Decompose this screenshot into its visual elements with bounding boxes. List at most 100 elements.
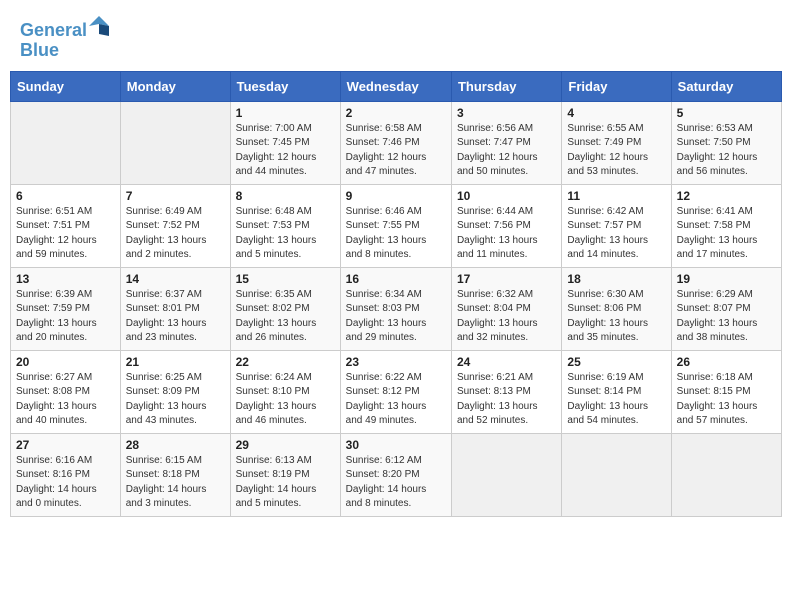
day-info: Sunrise: 6:22 AMSunset: 8:12 PMDaylight:… [346,371,446,429]
day-number: 1 [236,106,335,120]
day-number: 2 [346,106,446,120]
day-info: Sunrise: 6:16 AMSunset: 8:16 PMDaylight:… [16,454,115,512]
day-number: 10 [457,189,556,203]
calendar-cell [11,101,121,184]
week-row-5: 27Sunrise: 6:16 AMSunset: 8:16 PMDayligh… [11,433,782,516]
day-number: 19 [677,272,776,286]
day-number: 24 [457,355,556,369]
calendar-cell: 1 Sunrise: 7:00 AMSunset: 7:45 PMDaylight… [230,101,340,184]
logo-text: General Blue [20,18,109,61]
calendar-cell: 9 Sunrise: 6:46 AMSunset: 7:55 PMDaylight… [340,184,451,267]
day-info: Sunrise: 6:42 AMSunset: 7:57 PMDaylight:… [567,205,665,263]
logo-icon [89,16,109,36]
day-info: Sunrise: 6:21 AMSunset: 8:13 PMDaylight:… [457,371,556,429]
calendar-cell: 15 Sunrise: 6:35 AMSunset: 8:02 PMDayligh… [230,267,340,350]
logo-general: General [20,20,87,40]
day-number: 21 [126,355,225,369]
day-number: 11 [567,189,665,203]
weekday-header-monday: Monday [120,71,230,101]
day-number: 8 [236,189,335,203]
calendar-cell: 4Sunrise: 6:55 AMSunset: 7:49 PMDaylight… [562,101,671,184]
day-info: Sunrise: 6:15 AMSunset: 8:18 PMDaylight:… [126,454,225,512]
weekday-header-saturday: Saturday [671,71,781,101]
day-info: Sunrise: 6:37 AMSunset: 8:01 PMDaylight:… [126,288,225,346]
day-info: Sunrise: 6:25 AMSunset: 8:09 PMDaylight:… [126,371,225,429]
day-info: Sunrise: 6:48 AMSunset: 7:53 PMDaylight:… [236,205,335,263]
logo-blue: Blue [20,40,59,60]
day-info: Sunrise: 6:58 AMSunset: 7:46 PMDaylight:… [346,122,446,180]
day-number: 26 [677,355,776,369]
calendar-cell: 7Sunrise: 6:49 AMSunset: 7:52 PMDaylight… [120,184,230,267]
week-row-4: 20Sunrise: 6:27 AMSunset: 8:08 PMDayligh… [11,350,782,433]
calendar-cell [562,433,671,516]
day-info: Sunrise: 6:39 AMSunset: 7:59 PMDaylight:… [16,288,115,346]
calendar-cell: 29 Sunrise: 6:13 AMSunset: 8:19 PMDayligh… [230,433,340,516]
calendar-cell: 27Sunrise: 6:16 AMSunset: 8:16 PMDayligh… [11,433,121,516]
day-info: Sunrise: 6:24 AMSunset: 8:10 PMDaylight:… [236,371,335,429]
calendar-cell [120,101,230,184]
calendar-cell: 26 Sunrise: 6:18 AMSunset: 8:15 PMDayligh… [671,350,781,433]
day-number: 17 [457,272,556,286]
calendar-cell: 22 Sunrise: 6:24 AMSunset: 8:10 PMDayligh… [230,350,340,433]
header: General Blue [10,10,782,65]
day-number: 28 [126,438,225,452]
calendar-cell: 19Sunrise: 6:29 AMSunset: 8:07 PMDayligh… [671,267,781,350]
calendar-table: SundayMondayTuesdayWednesdayThursdayFrid… [10,71,782,517]
calendar-cell: 24 Sunrise: 6:21 AMSunset: 8:13 PMDayligh… [451,350,561,433]
day-info: Sunrise: 6:12 AMSunset: 8:20 PMDaylight:… [346,454,446,512]
day-info: Sunrise: 6:44 AMSunset: 7:56 PMDaylight:… [457,205,556,263]
weekday-header-sunday: Sunday [11,71,121,101]
day-number: 15 [236,272,335,286]
day-number: 22 [236,355,335,369]
calendar-cell [451,433,561,516]
calendar-cell: 12Sunrise: 6:41 AMSunset: 7:58 PMDayligh… [671,184,781,267]
day-number: 13 [16,272,115,286]
day-number: 29 [236,438,335,452]
page: General Blue SundayMondayTuesdayWednesda… [0,0,792,612]
calendar-cell: 23 Sunrise: 6:22 AMSunset: 8:12 PMDayligh… [340,350,451,433]
calendar-cell: 16Sunrise: 6:34 AMSunset: 8:03 PMDayligh… [340,267,451,350]
day-number: 9 [346,189,446,203]
day-number: 6 [16,189,115,203]
day-info: Sunrise: 6:32 AMSunset: 8:04 PMDaylight:… [457,288,556,346]
calendar-cell: 5Sunrise: 6:53 AMSunset: 7:50 PMDaylight… [671,101,781,184]
day-number: 23 [346,355,446,369]
logo: General Blue [20,18,109,61]
day-number: 16 [346,272,446,286]
day-number: 20 [16,355,115,369]
weekday-header-thursday: Thursday [451,71,561,101]
calendar-cell: 14 Sunrise: 6:37 AMSunset: 8:01 PMDayligh… [120,267,230,350]
weekday-header-friday: Friday [562,71,671,101]
day-info: Sunrise: 7:00 AMSunset: 7:45 PMDaylight:… [236,122,335,180]
day-info: Sunrise: 6:56 AMSunset: 7:47 PMDaylight:… [457,122,556,180]
calendar-cell: 17 Sunrise: 6:32 AMSunset: 8:04 PMDayligh… [451,267,561,350]
calendar-cell: 11 Sunrise: 6:42 AMSunset: 7:57 PMDayligh… [562,184,671,267]
weekday-header-row: SundayMondayTuesdayWednesdayThursdayFrid… [11,71,782,101]
calendar-cell: 6 Sunrise: 6:51 AMSunset: 7:51 PMDaylight… [11,184,121,267]
day-info: Sunrise: 6:19 AMSunset: 8:14 PMDaylight:… [567,371,665,429]
calendar-cell: 18 Sunrise: 6:30 AMSunset: 8:06 PMDayligh… [562,267,671,350]
calendar-cell: 21 Sunrise: 6:25 AMSunset: 8:09 PMDayligh… [120,350,230,433]
calendar-cell [671,433,781,516]
calendar-cell: 25Sunrise: 6:19 AMSunset: 8:14 PMDayligh… [562,350,671,433]
day-info: Sunrise: 6:35 AMSunset: 8:02 PMDaylight:… [236,288,335,346]
day-number: 7 [126,189,225,203]
day-info: Sunrise: 6:30 AMSunset: 8:06 PMDaylight:… [567,288,665,346]
calendar-cell: 20Sunrise: 6:27 AMSunset: 8:08 PMDayligh… [11,350,121,433]
day-info: Sunrise: 6:46 AMSunset: 7:55 PMDaylight:… [346,205,446,263]
day-number: 18 [567,272,665,286]
day-number: 14 [126,272,225,286]
day-number: 3 [457,106,556,120]
day-info: Sunrise: 6:13 AMSunset: 8:19 PMDaylight:… [236,454,335,512]
day-info: Sunrise: 6:51 AMSunset: 7:51 PMDaylight:… [16,205,115,263]
calendar-cell: 2 Sunrise: 6:58 AMSunset: 7:46 PMDaylight… [340,101,451,184]
week-row-3: 13 Sunrise: 6:39 AMSunset: 7:59 PMDayligh… [11,267,782,350]
calendar-cell: 8 Sunrise: 6:48 AMSunset: 7:53 PMDaylight… [230,184,340,267]
day-number: 30 [346,438,446,452]
weekday-header-tuesday: Tuesday [230,71,340,101]
day-number: 12 [677,189,776,203]
day-info: Sunrise: 6:18 AMSunset: 8:15 PMDaylight:… [677,371,776,429]
calendar-cell: 30 Sunrise: 6:12 AMSunset: 8:20 PMDayligh… [340,433,451,516]
weekday-header-wednesday: Wednesday [340,71,451,101]
week-row-1: 1 Sunrise: 7:00 AMSunset: 7:45 PMDaylight… [11,101,782,184]
